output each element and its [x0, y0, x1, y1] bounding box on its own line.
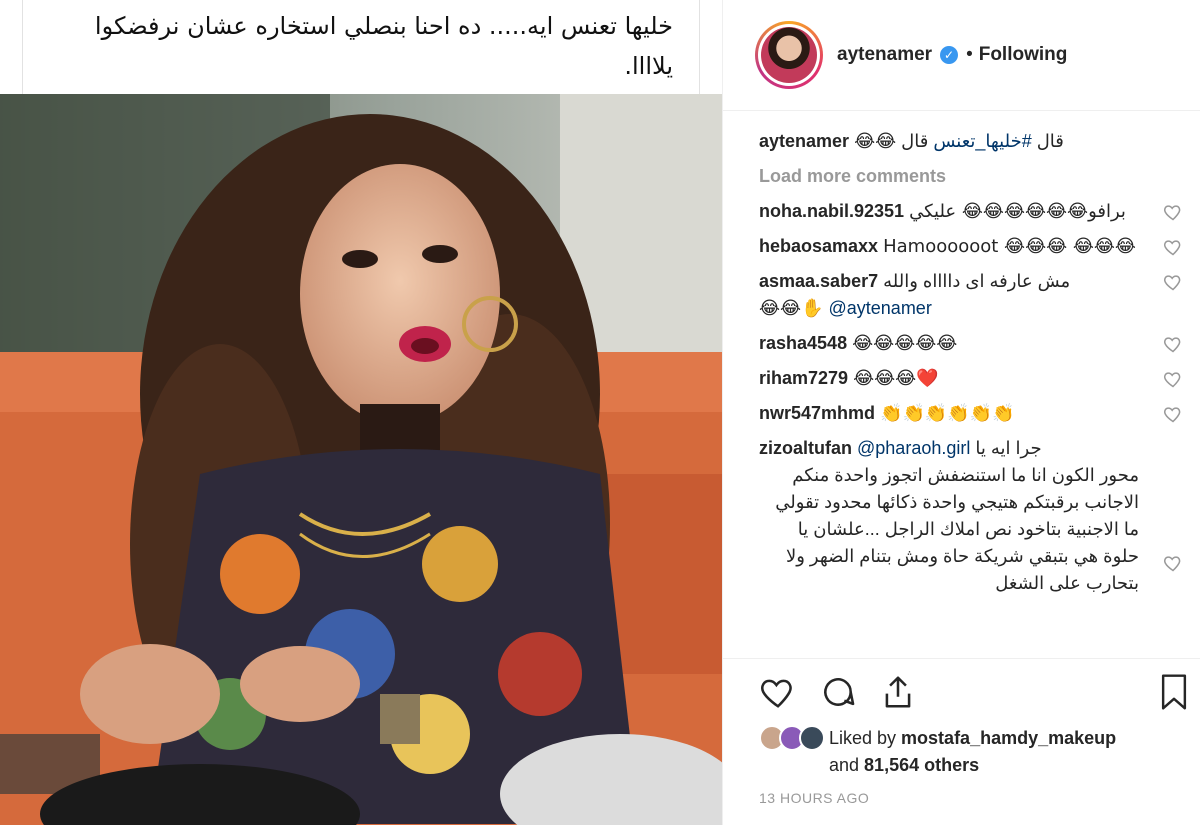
load-more-comments-button[interactable]: Load more comments: [759, 163, 1189, 190]
avatar-frame: [758, 24, 820, 86]
post-caption: aytenamer قال #خليها_تعنس قال 😂😂: [759, 128, 1189, 155]
image-caption-text: خليها تعنس ايه..... ده احنا بنصلي استخار…: [94, 12, 673, 80]
likes-count-link[interactable]: 81,564 others: [864, 755, 979, 775]
comment-like-heart-icon[interactable]: [1163, 334, 1183, 354]
comment-mention[interactable]: @aytenamer: [829, 298, 932, 318]
liker-avatars: [759, 725, 825, 779]
likes-text: Liked by mostafa_hamdy_makeup and 81,564…: [829, 725, 1116, 779]
comment-text: Hamoooooot 😂😂😂 😂😂😂: [883, 236, 1136, 257]
caption-text-before: قال: [1031, 131, 1064, 151]
comment-text: جرا ايه يا: [975, 438, 1042, 458]
comment-username[interactable]: riham7279: [759, 368, 848, 388]
post-photo-illustration: [0, 94, 722, 825]
comment-username[interactable]: asmaa.saber7: [759, 271, 878, 291]
caption-text-after: قال 😂😂: [854, 131, 934, 151]
comment-username[interactable]: noha.nabil.92351: [759, 201, 904, 221]
comments-list: aytenamer قال #خليها_تعنس قال 😂😂 Load mo…: [759, 128, 1189, 658]
verified-badge-icon: ✓: [940, 46, 959, 64]
comment-username[interactable]: zizoaltufan: [759, 438, 852, 458]
comment-long-text: محور الكون انا ما استنضفش اتجوز واحدة من…: [775, 465, 1139, 593]
comment-username[interactable]: rasha4548: [759, 333, 847, 353]
post-timestamp[interactable]: 13 HOURS AGO: [759, 790, 869, 806]
bookmark-icon[interactable]: [1157, 673, 1191, 711]
action-icons-row: [759, 673, 917, 711]
comment-like-heart-icon[interactable]: [1163, 272, 1183, 292]
header-separator: •: [966, 44, 973, 65]
likes-and: and: [829, 755, 865, 775]
caption-text: قال #خليها_تعنس قال 😂😂: [854, 131, 1064, 151]
post-details-panel: aytenamer ✓ • Following aytenamer قال #خ…: [722, 0, 1200, 825]
comment-text: 😂😂😂❤️: [853, 368, 939, 389]
comment-username[interactable]: nwr547mhmd: [759, 403, 875, 423]
comment-emoji: 😂😂✋: [759, 298, 824, 319]
caption-username[interactable]: aytenamer: [759, 131, 849, 151]
comment-row: nwr547mhmd 👏👏👏👏👏👏: [759, 400, 1189, 427]
comment-row: riham7279 😂😂😂❤️: [759, 365, 1189, 392]
liker-avatar[interactable]: [799, 725, 825, 751]
comment-text: مش عارفه اى دااااه والله: [883, 271, 1071, 291]
avatar-story-ring[interactable]: [755, 21, 823, 89]
comment-row: zizoaltufan @pharaoh.girl جرا ايه يا محو…: [759, 435, 1189, 597]
likes-prefix: Liked by: [829, 728, 902, 748]
comment-username[interactable]: hebaosamaxx: [759, 236, 878, 256]
comment-text: برافو😂😂😂😂😂😂 عليكي: [909, 201, 1126, 222]
comment-like-heart-icon[interactable]: [1163, 369, 1183, 389]
comment-row: hebaosamaxx Hamoooooot 😂😂😂 😂😂😂: [759, 233, 1189, 260]
post-actions-section: Liked by mostafa_hamdy_makeup and 81,564…: [723, 658, 1200, 825]
comment-text: 😂😂😂😂😂: [852, 333, 958, 354]
comment-like-heart-icon[interactable]: [1163, 404, 1183, 424]
comment-text: 👏👏👏👏👏👏: [880, 403, 1015, 424]
comment-row: noha.nabil.92351 برافو😂😂😂😂😂😂 عليكي: [759, 198, 1189, 225]
post-header: aytenamer ✓ • Following: [723, 0, 1200, 111]
image-caption-overlay: خليها تعنس ايه..... ده احنا بنصلي استخار…: [22, 0, 700, 94]
comment-row: rasha4548 😂😂😂😂😂: [759, 330, 1189, 357]
avatar[interactable]: [761, 27, 817, 83]
likes-summary: Liked by mostafa_hamdy_makeup and 81,564…: [759, 725, 1116, 779]
header-username[interactable]: aytenamer: [837, 44, 932, 66]
caption-hashtag[interactable]: #خليها_تعنس: [933, 131, 1031, 151]
comment-like-heart-icon[interactable]: [1163, 553, 1183, 573]
image-panel: خليها تعنس ايه..... ده احنا بنصلي استخار…: [0, 0, 722, 825]
comment-like-heart-icon[interactable]: [1163, 202, 1183, 222]
comment-icon[interactable]: [819, 673, 857, 711]
share-icon[interactable]: [879, 673, 917, 711]
comment-like-heart-icon[interactable]: [1163, 237, 1183, 257]
comment-mention[interactable]: @pharaoh.girl: [857, 438, 970, 458]
following-button[interactable]: Following: [979, 44, 1068, 66]
post-photo[interactable]: [0, 94, 722, 825]
comment-row: asmaa.saber7 مش عارفه اى دااااه والله 😂😂…: [759, 268, 1189, 322]
heart-icon[interactable]: [759, 673, 797, 711]
likes-user-link[interactable]: mostafa_hamdy_makeup: [901, 728, 1116, 748]
